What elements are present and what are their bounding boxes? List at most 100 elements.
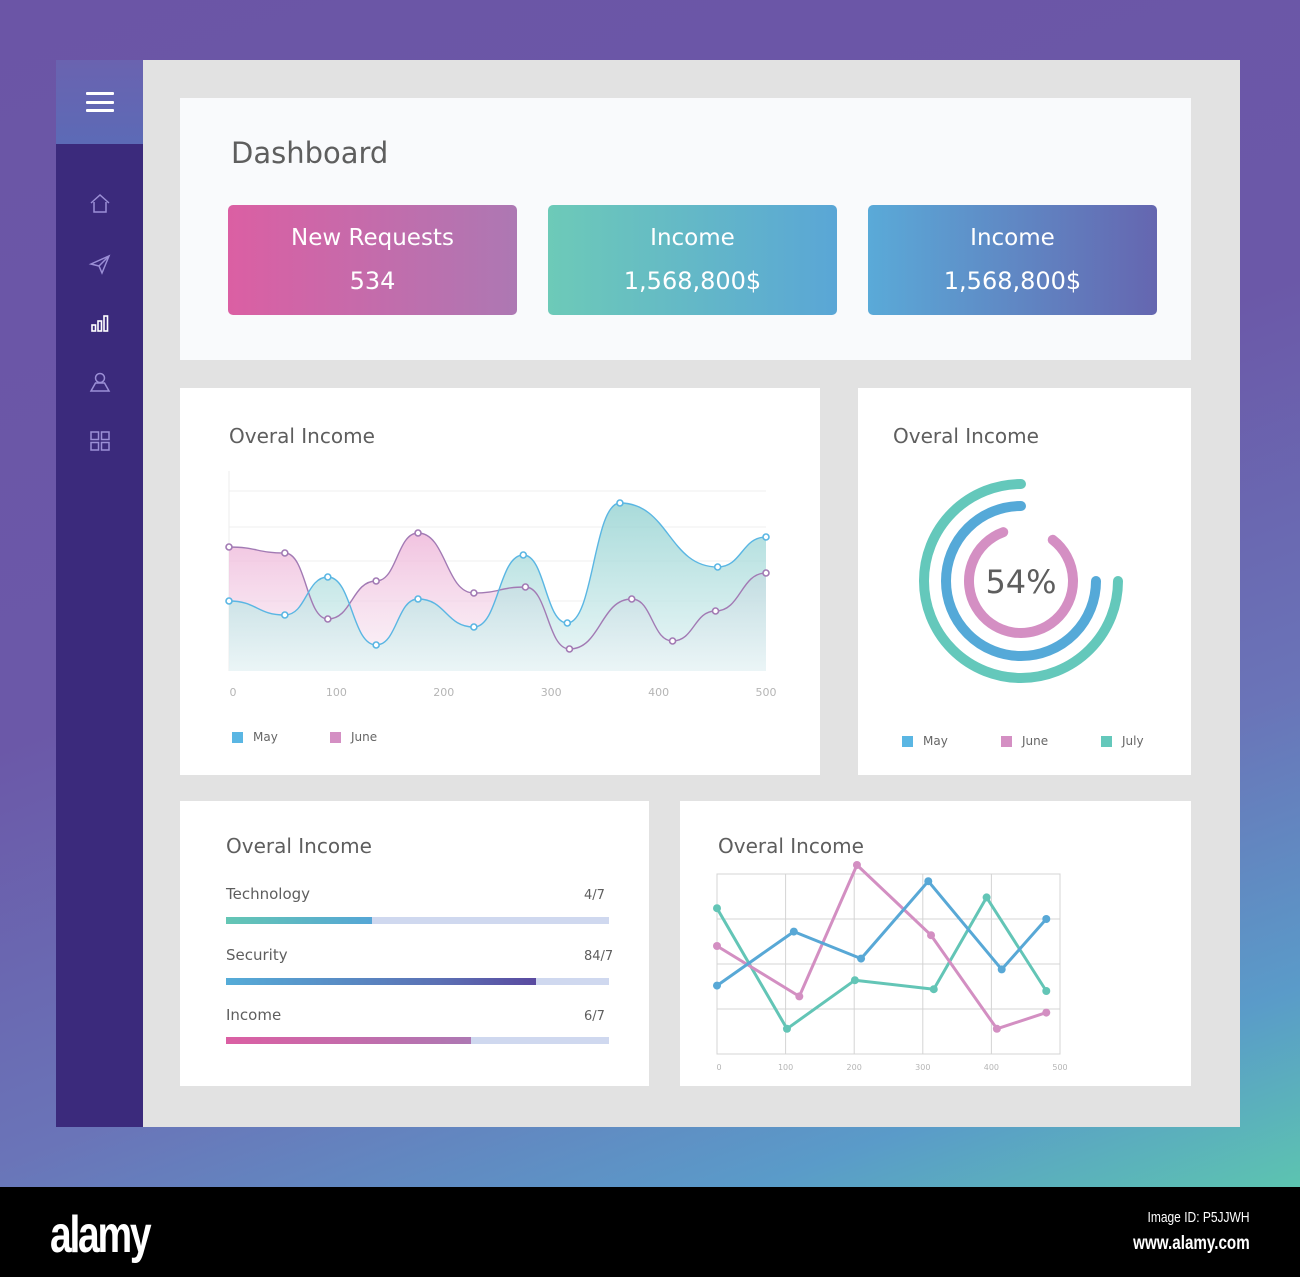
data-point-teal xyxy=(713,904,721,913)
data-point-pink xyxy=(795,992,804,1001)
stat-card-income[interactable]: Income 1,568,800$ xyxy=(548,205,837,315)
stat-label: New Requests xyxy=(291,225,454,251)
x-tick-label: 500 xyxy=(756,686,777,699)
x-tick-label: 300 xyxy=(915,1063,930,1072)
stat-label: Income xyxy=(650,225,735,251)
legend-swatch-june xyxy=(330,731,341,743)
data-point-june xyxy=(281,549,289,557)
line-blue xyxy=(716,879,1048,987)
data-point-june xyxy=(225,543,233,551)
legend-swatch-may xyxy=(232,731,243,743)
x-tick-label: 400 xyxy=(984,1063,999,1072)
data-point-may xyxy=(563,619,572,627)
home-icon xyxy=(90,193,109,213)
progress-value-technology: 4/7 xyxy=(584,888,605,903)
progress-value-income: 6/7 xyxy=(584,1009,605,1024)
legend-label: May xyxy=(253,730,278,744)
progress-fill xyxy=(226,1037,472,1044)
stat-card-new-requests[interactable]: New Requests 534 xyxy=(228,205,517,315)
sidebar-item-stats[interactable] xyxy=(56,303,143,343)
data-point-pink xyxy=(992,1024,1001,1033)
data-point-may xyxy=(762,533,770,541)
progress-bar-income[interactable] xyxy=(226,1037,609,1044)
data-point-june xyxy=(762,569,770,577)
stat-value: 1,568,800$ xyxy=(623,267,762,295)
sidebar-header xyxy=(56,60,143,144)
legend-swatch-july xyxy=(1101,735,1112,747)
progress-bar-security[interactable] xyxy=(226,978,609,985)
site-url: www.alamy.com xyxy=(1133,1233,1250,1254)
page-title: Dashboard xyxy=(231,136,389,170)
data-point-june xyxy=(668,637,677,645)
main-content: Dashboard New Requests 534 Income 1,568,… xyxy=(143,60,1240,1127)
x-tick-label: 0 xyxy=(230,686,237,699)
x-tick-label: 100 xyxy=(326,686,347,699)
center-label: 54% xyxy=(985,563,1056,601)
x-tick-label: 400 xyxy=(648,686,669,699)
data-point-june xyxy=(470,589,478,597)
legend-item-june: June xyxy=(330,730,377,744)
area-chart-card: Overal Income 0 100 200 300 400 500 May June xyxy=(180,388,820,775)
data-point-june xyxy=(565,645,574,653)
data-point-blue xyxy=(997,965,1006,974)
data-point-june xyxy=(521,583,530,591)
data-point-blue xyxy=(924,877,933,886)
x-tick-label: 100 xyxy=(778,1063,793,1072)
data-point-pink xyxy=(927,931,936,940)
stat-value: 1,568,800$ xyxy=(943,267,1082,295)
data-point-may xyxy=(470,623,478,631)
footer-logo: alamy xyxy=(50,1206,152,1264)
legend-item-july: July xyxy=(1101,734,1144,748)
stat-value: 534 xyxy=(349,267,396,295)
data-point-may xyxy=(225,597,233,605)
legend-swatch-june xyxy=(1001,735,1012,747)
data-point-teal xyxy=(929,985,938,994)
legend-label: June xyxy=(351,730,378,744)
data-point-may xyxy=(616,499,624,507)
sidebar-item-apps[interactable] xyxy=(56,421,143,461)
progress-fill xyxy=(226,978,537,985)
legend-label: July xyxy=(1122,734,1144,748)
sidebar-item-profile[interactable] xyxy=(56,362,143,402)
data-point-june xyxy=(414,529,422,537)
data-point-may xyxy=(519,551,528,559)
bar-chart-icon xyxy=(90,315,108,332)
line-chart-card: Overal Income 0 100 200 300 400 500 xyxy=(680,801,1191,1086)
legend-item-may: May xyxy=(902,734,948,748)
x-tick-label: 200 xyxy=(847,1063,862,1072)
data-point-teal xyxy=(1042,987,1051,995)
footer-bar: alamy Image ID: P5JJWH www.alamy.com xyxy=(0,1187,1300,1277)
data-point-pink xyxy=(713,942,721,950)
data-point-teal xyxy=(850,976,859,985)
sidebar-item-send[interactable] xyxy=(56,244,143,284)
data-point-may xyxy=(281,611,289,619)
progress-fill xyxy=(226,917,372,924)
area-chart: 0 100 200 300 400 500 xyxy=(225,471,777,699)
area-may xyxy=(229,503,766,671)
data-point-blue xyxy=(789,927,798,936)
stat-card-income-2[interactable]: Income 1,568,800$ xyxy=(868,205,1157,315)
data-point-june xyxy=(372,577,380,585)
radial-chart: 54% xyxy=(919,479,1123,683)
paper-plane-icon xyxy=(88,254,110,275)
progress-label-income: Income xyxy=(226,1006,282,1024)
hamburger-menu-icon[interactable] xyxy=(85,92,114,112)
radial-chart-card: Overal Income 54% May June July xyxy=(858,388,1191,775)
progress-card: Overal Income Technology 4/7 Security 84… xyxy=(180,801,649,1086)
card-title: Overal Income xyxy=(226,834,372,858)
data-point-june xyxy=(627,595,636,603)
data-point-blue xyxy=(857,954,866,963)
sidebar-item-home[interactable] xyxy=(56,184,143,224)
progress-label-security: Security xyxy=(226,946,288,964)
dashboard-header: Dashboard New Requests 534 Income 1,568,… xyxy=(180,98,1191,360)
data-point-blue xyxy=(713,981,721,990)
x-tick-label: 500 xyxy=(1052,1063,1067,1072)
data-point-teal xyxy=(982,893,991,902)
data-point-may xyxy=(713,563,722,571)
progress-bar-technology[interactable] xyxy=(226,917,609,924)
progress-value-security: 84/7 xyxy=(584,949,614,964)
stat-label: Income xyxy=(970,225,1055,251)
legend-label: May xyxy=(923,734,948,748)
data-point-may xyxy=(372,641,380,649)
data-point-june xyxy=(711,607,720,615)
